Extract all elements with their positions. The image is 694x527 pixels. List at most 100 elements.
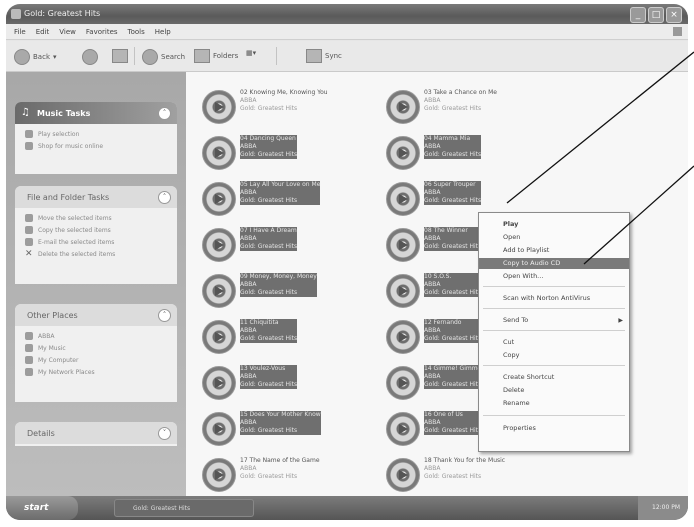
up-folder-button[interactable]	[112, 49, 128, 63]
file-item[interactable]: 07 I Have A Dream ABBA Gold: Greatest Hits	[202, 224, 372, 264]
forward-button[interactable]	[82, 49, 98, 65]
file-item[interactable]: 18 Thank You for the Music ABBA Gold: Grea…	[386, 454, 556, 494]
views-button[interactable]: ▦▾	[246, 49, 256, 57]
audio-cd-icon	[386, 136, 420, 170]
file-title: 15 Does Your Mother Know	[240, 411, 321, 418]
collapse-icon[interactable]: ˄	[158, 107, 171, 120]
maximize-button[interactable]: □	[648, 7, 664, 23]
details-header[interactable]: Details ˅	[15, 422, 177, 444]
chevron-down-icon: ▾	[53, 53, 57, 61]
audio-cd-icon	[202, 90, 236, 124]
place-my-music[interactable]: My Music	[25, 342, 167, 354]
folders-button[interactable]: Folders	[194, 49, 238, 63]
back-button[interactable]: Back ▾	[14, 49, 57, 65]
menu-item-rename[interactable]: Rename	[479, 398, 629, 409]
task-shop-music[interactable]: Shop for music online	[25, 140, 167, 152]
task-move[interactable]: Move the selected items	[25, 212, 167, 224]
back-label: Back	[33, 53, 50, 61]
file-info: 18 Thank You for the Music ABBA Gold: Grea…	[424, 457, 554, 481]
menu-edit[interactable]: Edit	[36, 28, 50, 36]
file-info: 16 One of Us ABBA Gold: Greatest Hits	[424, 411, 482, 435]
file-item[interactable]: 04 Mamma Mia ABBA Gold: Greatest Hits	[386, 132, 556, 172]
menu-item-open[interactable]: Open	[479, 232, 629, 243]
file-artist: ABBA	[240, 143, 257, 150]
menu-item-delete[interactable]: Delete	[479, 385, 629, 396]
file-item[interactable]: 03 Take a Chance on Me ABBA Gold: Greatest…	[386, 86, 556, 126]
audio-cd-icon	[202, 274, 236, 308]
menu-item-create-shortcut[interactable]: Create Shortcut	[479, 372, 629, 383]
audio-cd-icon	[386, 228, 420, 262]
menu-item-scan-antivirus[interactable]: Scan with Norton AntiVirus	[479, 293, 629, 304]
place-network[interactable]: My Network Places	[25, 366, 167, 378]
file-item[interactable]: 09 Money, Money, Money ABBA Gold: Greatest…	[202, 270, 372, 310]
collapse-icon[interactable]: ˄	[158, 191, 171, 204]
views-icon: ▦▾	[246, 49, 257, 57]
file-item[interactable]: 17 The Name of the Game ABBA Gold: Greates…	[202, 454, 372, 494]
folder-icon	[25, 332, 33, 340]
menu-view[interactable]: View	[59, 28, 76, 36]
task-email[interactable]: E-mail the selected items	[25, 236, 167, 248]
window-controls: _ □ ×	[630, 7, 682, 23]
file-item[interactable]: 13 Voulez-Vous ABBA Gold: Greatest Hits	[202, 362, 372, 402]
audio-cd-icon	[386, 320, 420, 354]
menu-item-send-to[interactable]: Send To ▶	[479, 315, 629, 326]
file-title: 17 The Name of the Game	[240, 457, 320, 464]
file-title: 04 Mamma Mia	[424, 135, 471, 142]
close-button[interactable]: ×	[666, 7, 682, 23]
menu-item-copy-to-audio-cd[interactable]: Copy to Audio CD	[479, 258, 629, 269]
menu-item-cut[interactable]: Cut	[479, 337, 629, 348]
menu-item-properties[interactable]: Properties	[479, 423, 629, 434]
taskbar-window-button[interactable]: Gold: Greatest Hits	[114, 499, 254, 517]
file-artist: ABBA	[240, 327, 257, 334]
file-info: 15 Does Your Mother Know ABBA Gold: Greate…	[240, 411, 321, 435]
file-item[interactable]: 04 Dancing Queen ABBA Gold: Greatest Hits	[202, 132, 372, 172]
place-label: ABBA	[38, 332, 55, 340]
task-pane: ♫ Music Tasks ˄ Play selection Shop for …	[6, 72, 186, 496]
screen: Gold: Greatest Hits _ □ × File Edit View…	[6, 4, 688, 520]
place-label: My Music	[38, 344, 66, 352]
expand-icon[interactable]: ˅	[158, 427, 171, 440]
file-artist: ABBA	[424, 143, 441, 150]
back-arrow-icon	[14, 49, 30, 65]
move-icon	[25, 214, 33, 222]
search-button[interactable]: Search	[142, 49, 185, 65]
menu-tools[interactable]: Tools	[128, 28, 145, 36]
file-artist: ABBA	[240, 281, 257, 288]
file-title: 09 Money, Money, Money	[240, 273, 317, 280]
task-play-selection[interactable]: Play selection	[25, 128, 167, 140]
sync-button[interactable]: Sync	[306, 49, 342, 63]
task-delete[interactable]: ✕ Delete the selected items	[25, 248, 167, 260]
menu-favorites[interactable]: Favorites	[86, 28, 118, 36]
play-icon	[25, 130, 33, 138]
minimize-button[interactable]: _	[630, 7, 646, 23]
menu-help[interactable]: Help	[155, 28, 171, 36]
details-panel: Details ˅	[15, 422, 177, 446]
audio-cd-icon	[202, 458, 236, 492]
music-tasks-header[interactable]: ♫ Music Tasks ˄	[15, 102, 177, 124]
menu-item-play[interactable]: Play	[479, 219, 629, 230]
file-item[interactable]: 15 Does Your Mother Know ABBA Gold: Greate…	[202, 408, 372, 448]
file-item[interactable]: 02 Knowing Me, Knowing You ABBA Gold: Grea…	[202, 86, 372, 126]
place-my-computer[interactable]: My Computer	[25, 354, 167, 366]
music-tasks-panel: ♫ Music Tasks ˄ Play selection Shop for …	[15, 102, 177, 174]
file-title: 16 One of Us	[424, 411, 463, 418]
menu-file[interactable]: File	[14, 28, 26, 36]
clock: 12:00 PM	[638, 496, 688, 520]
menu-item-add-to-playlist[interactable]: Add to Playlist	[479, 245, 629, 256]
file-item[interactable]: 05 Lay All Your Love on Me ABBA Gold: Grea…	[202, 178, 372, 218]
file-item[interactable]: 11 Chiquitita ABBA Gold: Greatest Hits	[202, 316, 372, 356]
menu-item-copy[interactable]: Copy	[479, 350, 629, 361]
file-info: 07 I Have A Dream ABBA Gold: Greatest Hits	[240, 227, 298, 251]
file-info: 12 Fernando ABBA Gold: Greatest Hits	[424, 319, 482, 343]
menu-item-open-with[interactable]: Open With...	[479, 271, 629, 282]
computer-icon	[25, 356, 33, 364]
task-copy[interactable]: Copy the selected items	[25, 224, 167, 236]
details-title: Details	[27, 429, 55, 438]
file-tasks-header[interactable]: File and Folder Tasks ˄	[15, 186, 177, 208]
start-button[interactable]: start	[6, 496, 78, 520]
file-title: 07 I Have A Dream	[240, 227, 297, 234]
place-abba[interactable]: ABBA	[25, 330, 167, 342]
other-places-header[interactable]: Other Places ˄	[15, 304, 177, 326]
file-info: 11 Chiquitita ABBA Gold: Greatest Hits	[240, 319, 298, 343]
collapse-icon[interactable]: ˄	[158, 309, 171, 322]
